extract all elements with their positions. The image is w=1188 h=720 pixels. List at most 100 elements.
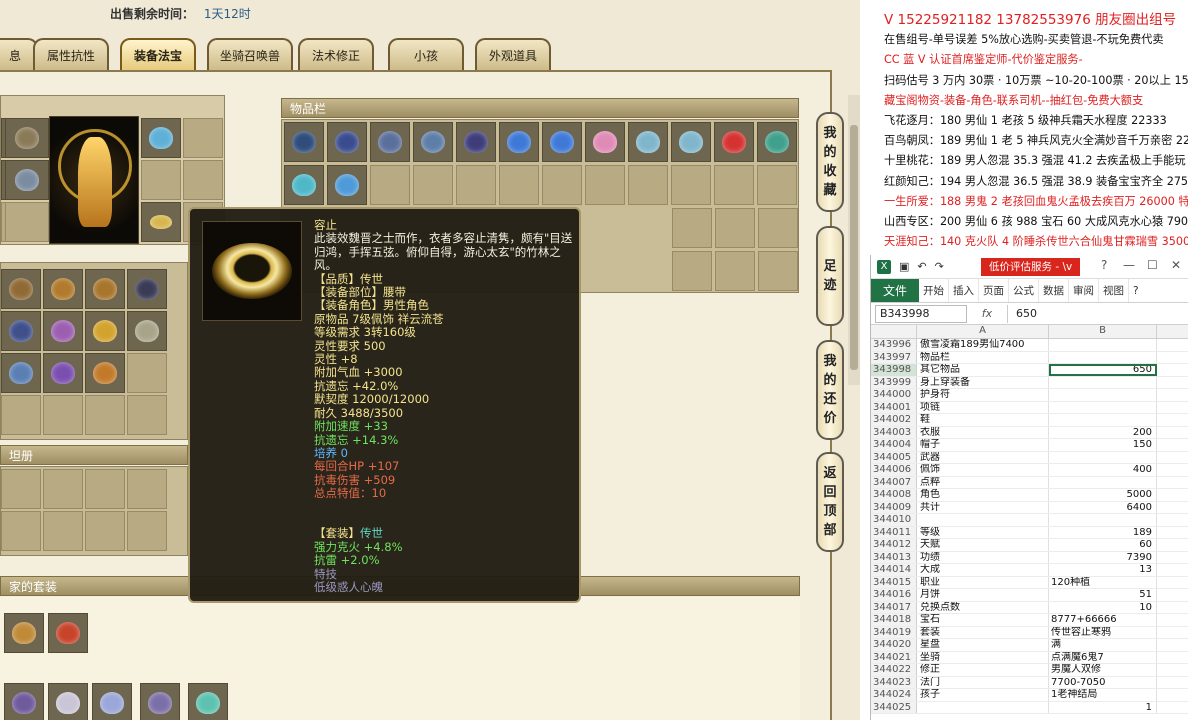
row-number[interactable]: 344024 <box>871 689 917 701</box>
row-number[interactable]: 344004 <box>871 439 917 451</box>
sheet-row[interactable]: 344014 大成 13 <box>871 564 1188 577</box>
ribbon-tab[interactable]: 开始 <box>919 279 949 302</box>
cell-a[interactable]: 坐骑 <box>917 651 1049 663</box>
equip-slot[interactable] <box>5 118 49 158</box>
inventory-slot[interactable] <box>757 165 797 205</box>
cell-a[interactable] <box>917 701 1049 713</box>
inventory-slot[interactable] <box>628 165 668 205</box>
redo-icon[interactable]: ↷ <box>935 260 944 273</box>
save-icon[interactable]: ▣ <box>899 260 909 273</box>
row-number[interactable]: 344000 <box>871 389 917 401</box>
sheet-row[interactable]: 344023 法门 7700-7050 <box>871 676 1188 689</box>
cell-b[interactable]: 60 <box>1049 539 1157 551</box>
set-item[interactable] <box>188 683 228 720</box>
row-number[interactable]: 344010 <box>871 514 917 526</box>
cell-b[interactable] <box>1049 451 1157 463</box>
cell-b[interactable]: 51 <box>1049 589 1157 601</box>
cell-b[interactable]: 400 <box>1049 464 1157 476</box>
inventory-slot[interactable] <box>370 165 410 205</box>
row-number[interactable]: 344018 <box>871 614 917 626</box>
cell-b[interactable]: 8777+66666 <box>1049 614 1157 626</box>
bag-item[interactable] <box>127 311 167 351</box>
sheet-row[interactable]: 343998 其它物品 650 <box>871 364 1188 377</box>
equip-slot[interactable] <box>5 160 49 200</box>
storage-slot[interactable] <box>127 511 167 551</box>
fx-icon[interactable]: fx <box>967 307 1007 320</box>
set-item[interactable] <box>92 683 132 720</box>
sheet-row[interactable]: 344015 职业 120种植 <box>871 576 1188 589</box>
cell-b[interactable]: 6400 <box>1049 501 1157 513</box>
row-number[interactable]: 344009 <box>871 501 917 513</box>
inventory-item[interactable] <box>413 122 453 162</box>
inventory-slot[interactable] <box>542 165 582 205</box>
ribbon-tab[interactable]: 审阅 <box>1069 279 1099 302</box>
bag-item[interactable] <box>43 395 83 435</box>
cell-a[interactable]: 星盘 <box>917 639 1049 651</box>
cell-b[interactable] <box>1049 401 1157 413</box>
cell-a[interactable]: 衣服 <box>917 426 1049 438</box>
tab-children[interactable]: 小孩 <box>388 38 464 70</box>
inventory-slot[interactable] <box>672 251 712 291</box>
row-number[interactable]: 343999 <box>871 376 917 388</box>
cell-a[interactable]: 物品栏 <box>917 351 1049 363</box>
row-number[interactable]: 344005 <box>871 451 917 463</box>
cell-a[interactable]: 兑换点数 <box>917 601 1049 613</box>
sheet-row[interactable]: 344012 天赋 60 <box>871 539 1188 552</box>
cell-b[interactable] <box>1049 389 1157 401</box>
column-b-header[interactable]: B <box>1049 325 1157 338</box>
sheet-row[interactable]: 344024 孩子 1老神结局 <box>871 689 1188 702</box>
undo-icon[interactable]: ↶ <box>917 260 926 273</box>
set-item[interactable] <box>140 683 180 720</box>
cell-a[interactable]: 职业 <box>917 576 1049 588</box>
cell-a[interactable]: 功绩 <box>917 551 1049 563</box>
cell-a[interactable]: 角色 <box>917 489 1049 501</box>
storage-slot[interactable] <box>43 511 83 551</box>
sheet-row[interactable]: 344003 衣服 200 <box>871 426 1188 439</box>
sheet-row[interactable]: 344000 护身符 <box>871 389 1188 402</box>
cell-a[interactable]: 孩子 <box>917 689 1049 701</box>
bag-item[interactable] <box>85 353 125 393</box>
help-icon[interactable]: ? <box>1129 279 1143 302</box>
sheet-row[interactable]: 344019 套装 传世容止寒鸦 <box>871 626 1188 639</box>
inventory-item[interactable] <box>714 122 754 162</box>
equip-slot[interactable] <box>5 202 49 242</box>
cell-a[interactable]: 佩饰 <box>917 464 1049 476</box>
sheet-row[interactable]: 344011 等级 189 <box>871 526 1188 539</box>
bag-item[interactable] <box>1 311 41 351</box>
sheet-row[interactable]: 344008 角色 5000 <box>871 489 1188 502</box>
equip-slot[interactable] <box>141 160 181 200</box>
row-number[interactable]: 344008 <box>871 489 917 501</box>
back-to-top-button[interactable]: 返回顶部 <box>816 452 844 552</box>
row-number[interactable]: 344020 <box>871 639 917 651</box>
storage-slot[interactable] <box>1 469 41 509</box>
cell-b[interactable] <box>1049 376 1157 388</box>
row-number[interactable]: 344015 <box>871 576 917 588</box>
bag-item[interactable] <box>85 395 125 435</box>
cell-b[interactable]: 650 <box>1049 364 1157 376</box>
cell-a[interactable]: 鞋 <box>917 414 1049 426</box>
inventory-slot[interactable] <box>585 165 625 205</box>
ribbon-tab[interactable]: 页面 <box>979 279 1009 302</box>
inventory-item[interactable] <box>542 122 582 162</box>
cell-a[interactable]: 修正 <box>917 664 1049 676</box>
cell-b[interactable]: 120种植 <box>1049 576 1157 588</box>
sheet-row[interactable]: 343999 身上穿装备 <box>871 376 1188 389</box>
cell-a[interactable]: 等级 <box>917 526 1049 538</box>
cell-a[interactable]: 月饼 <box>917 589 1049 601</box>
row-number[interactable]: 344014 <box>871 564 917 576</box>
cell-a[interactable]: 大成 <box>917 564 1049 576</box>
sheet-row[interactable]: 344006 佩饰 400 <box>871 464 1188 477</box>
inventory-item[interactable] <box>499 122 539 162</box>
cell-b[interactable] <box>1049 351 1157 363</box>
sheet-row[interactable]: 344025 1 <box>871 701 1188 714</box>
storage-slot[interactable] <box>85 511 125 551</box>
my-favorites-button[interactable]: 我的收藏 <box>816 112 844 212</box>
sheet-row[interactable]: 344009 共计 6400 <box>871 501 1188 514</box>
row-number[interactable]: 344016 <box>871 589 917 601</box>
file-tab[interactable]: 文件 <box>871 279 919 302</box>
bag-item[interactable] <box>127 395 167 435</box>
cell-a[interactable]: 法门 <box>917 676 1049 688</box>
sheet-row[interactable]: 344016 月饼 51 <box>871 589 1188 602</box>
row-number[interactable]: 343996 <box>871 339 917 351</box>
bag-item[interactable] <box>127 353 167 393</box>
